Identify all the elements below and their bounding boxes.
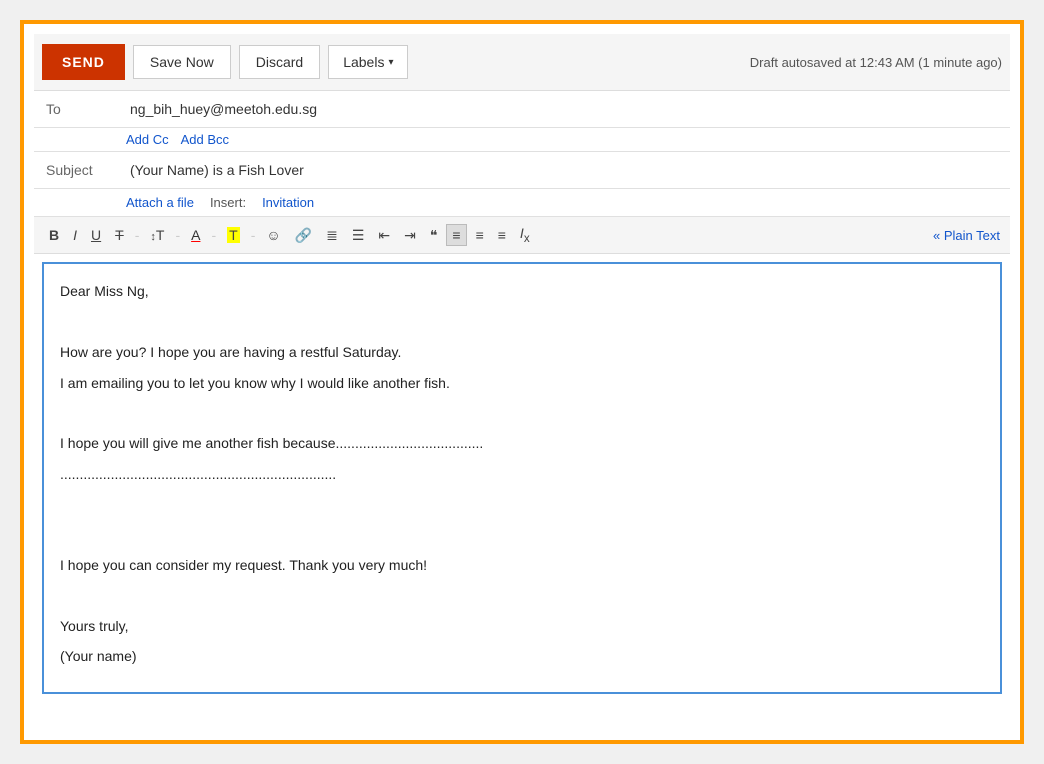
strikethrough-button[interactable]: T	[110, 225, 129, 245]
body-line3: How are you? I hope you are having a res…	[60, 341, 984, 363]
body-line5	[60, 402, 984, 424]
font-color-button[interactable]: A	[186, 225, 205, 245]
italic-button[interactable]: I	[68, 225, 82, 245]
indent-more-button[interactable]: ⇥	[399, 225, 421, 245]
attach-file-link[interactable]: Attach a file	[126, 195, 194, 210]
compose-toolbar: SEND Save Now Discard Labels ▾ Draft aut…	[34, 34, 1010, 91]
to-row: To	[34, 91, 1010, 128]
to-input[interactable]	[126, 99, 998, 119]
save-now-button[interactable]: Save Now	[133, 45, 231, 79]
email-body[interactable]: Dear Miss Ng, How are you? I hope you ar…	[42, 262, 1002, 693]
add-cc-link[interactable]: Add Cc	[126, 132, 169, 147]
indent-less-button[interactable]: ⇤	[373, 225, 395, 245]
font-size-button[interactable]: ↕T	[145, 225, 169, 246]
cc-bcc-row: Add Cc Add Bcc	[34, 128, 1010, 152]
underline-button[interactable]: U	[86, 225, 106, 245]
subject-row: Subject	[34, 152, 1010, 189]
body-line6: I hope you will give me another fish bec…	[60, 432, 984, 454]
insert-label: Insert:	[210, 195, 246, 210]
body-line12: Yours truly,	[60, 615, 984, 637]
body-line11	[60, 584, 984, 606]
labels-button[interactable]: Labels ▾	[328, 45, 408, 79]
subject-input[interactable]	[126, 160, 998, 180]
discard-button[interactable]: Discard	[239, 45, 320, 79]
body-line8	[60, 493, 984, 515]
remove-format-button[interactable]: Ix	[515, 223, 535, 247]
to-label: To	[46, 101, 126, 117]
attach-row: Attach a file Insert: Invitation	[34, 189, 1010, 217]
body-line7: ........................................…	[60, 463, 984, 485]
bold-button[interactable]: B	[44, 225, 64, 245]
bgcolor-button[interactable]: T	[222, 225, 245, 245]
ordered-list-button[interactable]: ≣	[321, 225, 343, 245]
sep2: -	[175, 227, 180, 243]
subject-label: Subject	[46, 162, 126, 178]
body-line9	[60, 524, 984, 546]
align-left-button[interactable]: ≡	[446, 224, 466, 246]
formatting-bar: B I U T - ↕T - A - T - ☺ 🔗 ≣ ☰ ⇤ ⇥ ❝ ≡ ≡…	[34, 217, 1010, 254]
chevron-down-icon: ▾	[388, 57, 393, 68]
body-line1: Dear Miss Ng,	[60, 280, 984, 302]
add-bcc-link[interactable]: Add Bcc	[181, 132, 229, 147]
body-line10: I hope you can consider my request. Than…	[60, 554, 984, 576]
body-line2	[60, 311, 984, 333]
align-right-button[interactable]: ≡	[493, 225, 511, 245]
draft-status: Draft autosaved at 12:43 AM (1 minute ag…	[750, 55, 1002, 70]
align-center-button[interactable]: ≡	[471, 225, 489, 245]
sep3: -	[211, 227, 216, 243]
emoji-button[interactable]: ☺	[261, 225, 285, 245]
blockquote-button[interactable]: ❝	[425, 225, 443, 245]
sep1: -	[135, 227, 140, 243]
body-line4: I am emailing you to let you know why I …	[60, 372, 984, 394]
invitation-link[interactable]: Invitation	[262, 195, 314, 210]
send-button[interactable]: SEND	[42, 44, 125, 80]
email-compose-window: SEND Save Now Discard Labels ▾ Draft aut…	[20, 20, 1024, 744]
plain-text-button[interactable]: « Plain Text	[933, 228, 1000, 243]
link-button[interactable]: 🔗	[290, 225, 317, 245]
sep4: -	[251, 227, 256, 243]
unordered-list-button[interactable]: ☰	[347, 225, 370, 245]
body-line13: (Your name)	[60, 645, 984, 667]
compose-area: To Add Cc Add Bcc Subject Attach a file …	[34, 91, 1010, 694]
